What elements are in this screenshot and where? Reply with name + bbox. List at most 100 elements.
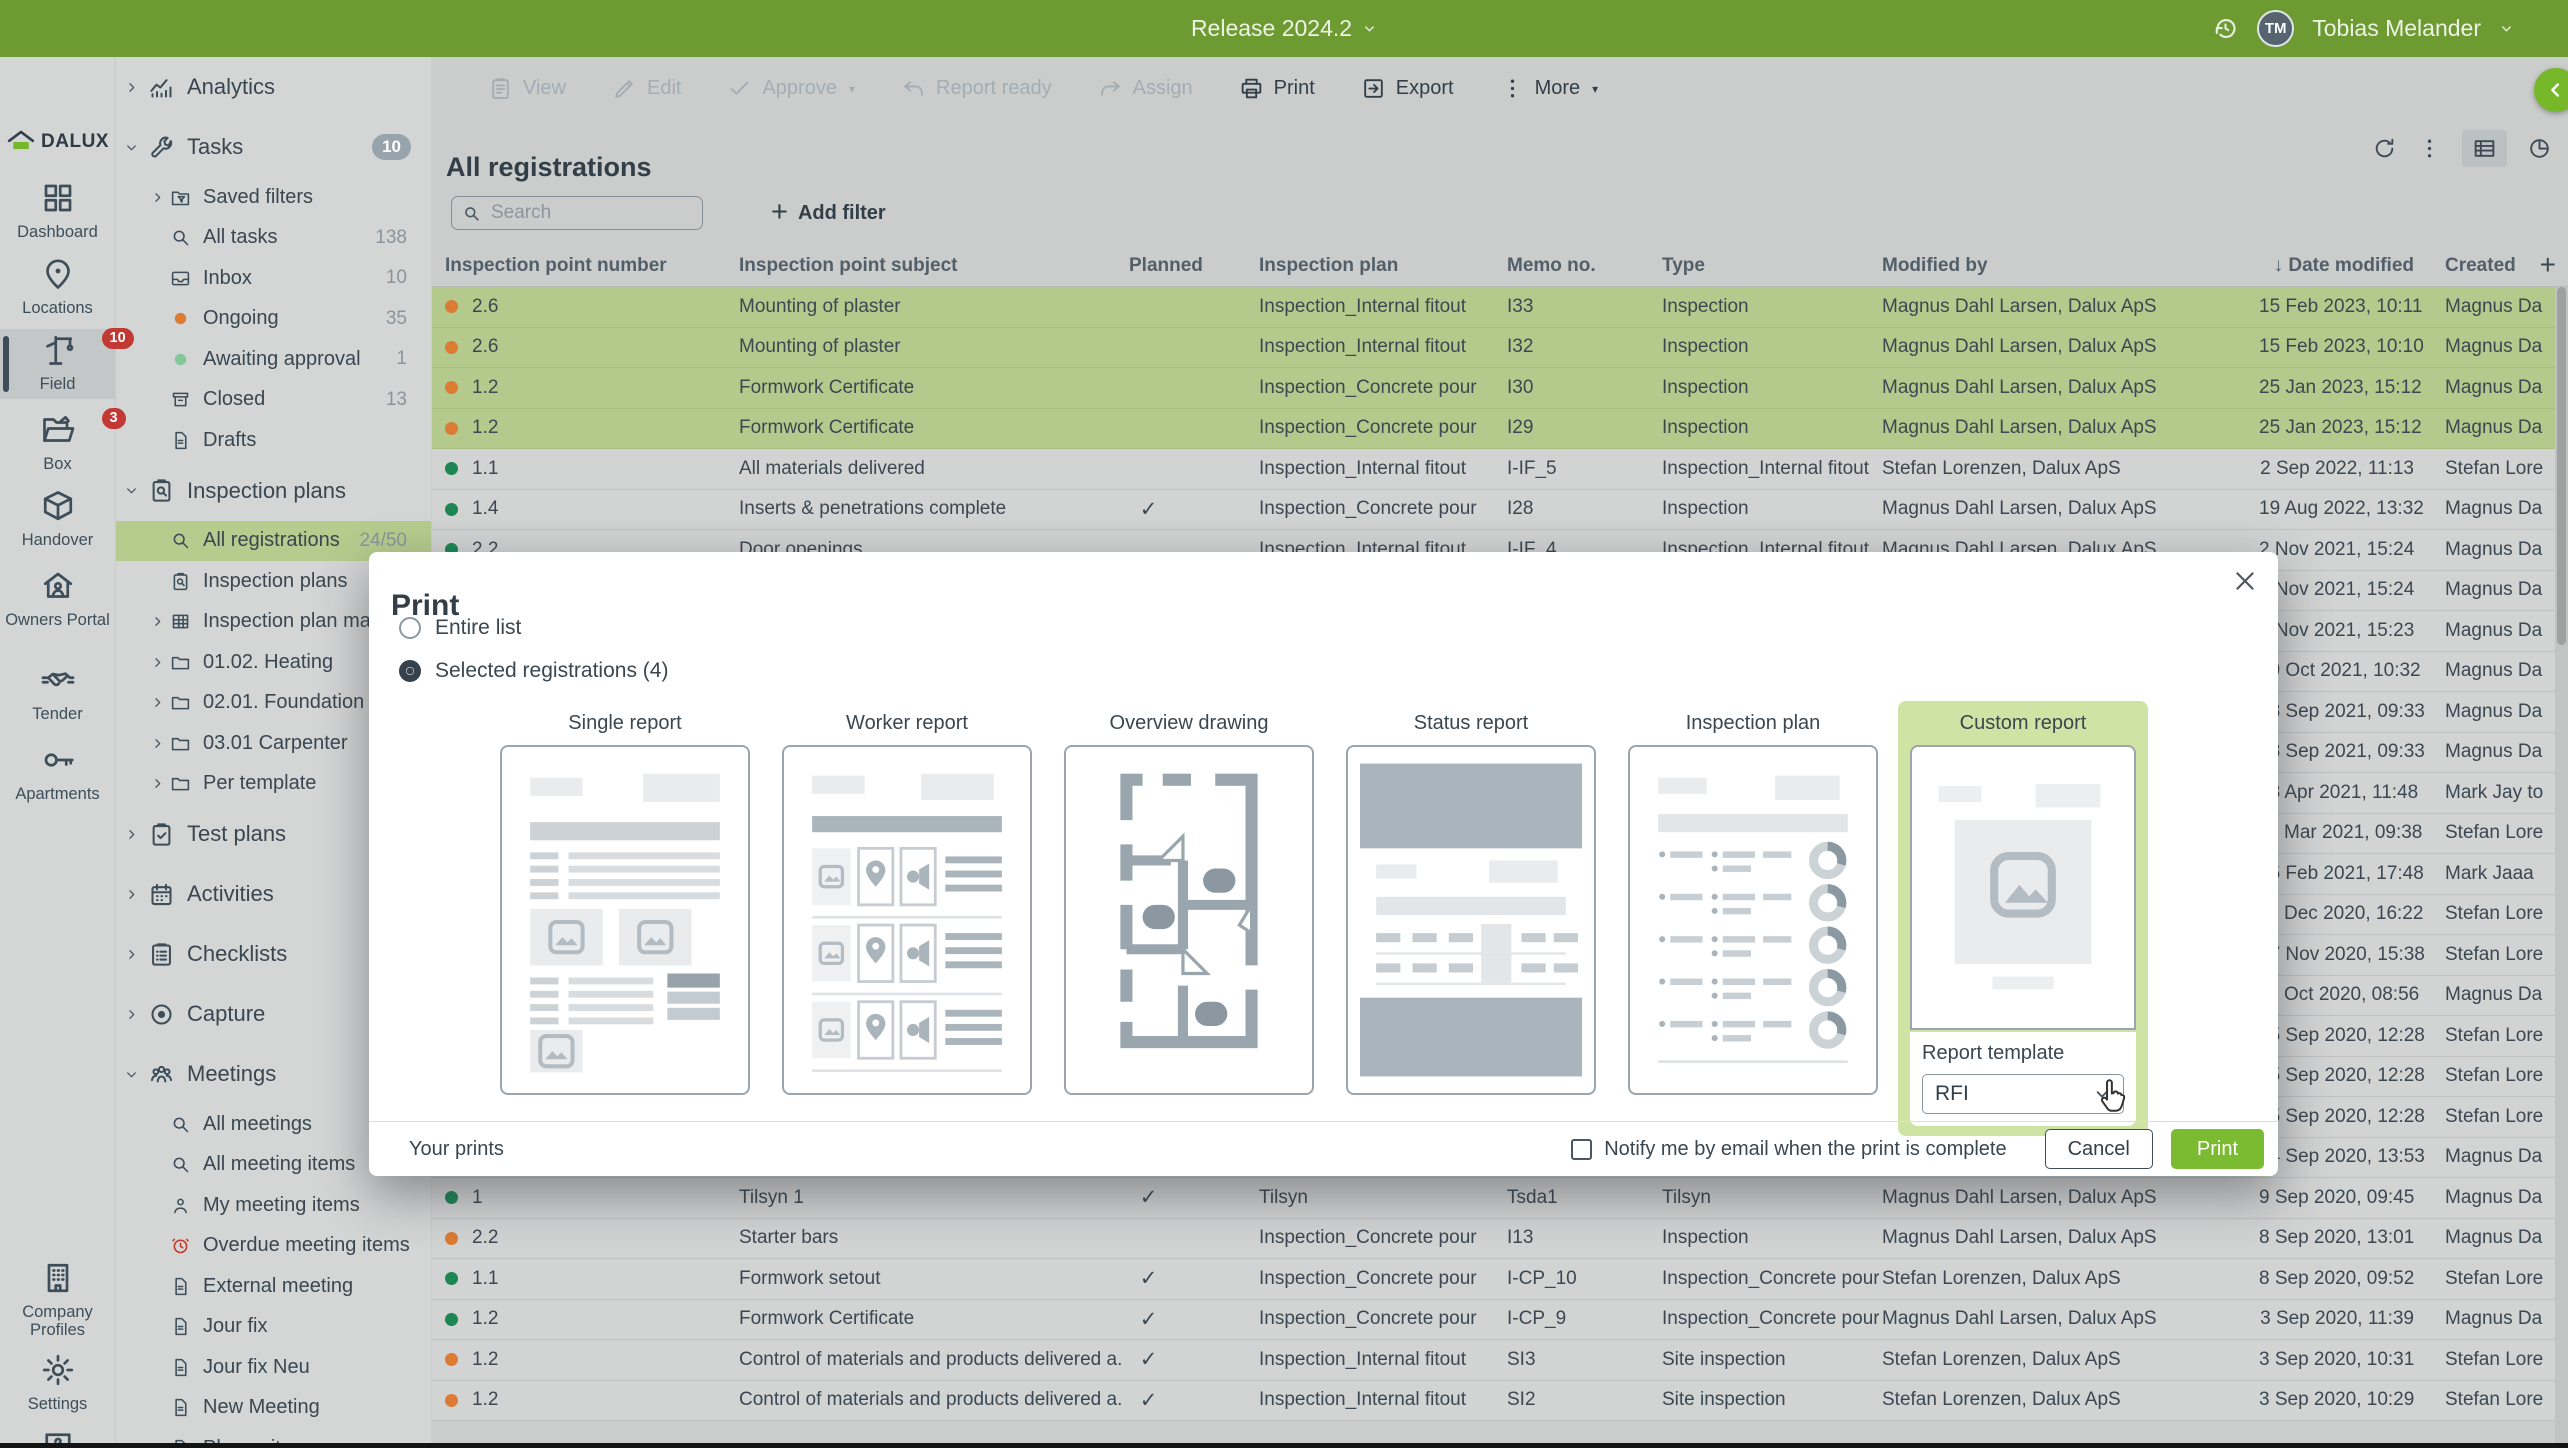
cell-date-modified: 11 Dec 2020, 16:22 [2259, 903, 2429, 925]
report-card-status-report[interactable]: Status report [1346, 701, 1596, 1136]
print-button[interactable]: Print [2171, 1129, 2264, 1169]
radio-selected-icon[interactable] [399, 660, 421, 682]
column-header-memo-no[interactable]: Memo no. [1498, 255, 1653, 277]
table-row[interactable]: 1.1 Formwork setout ✓ Inspection_Concret… [432, 1259, 2568, 1300]
card-thumbnail[interactable] [782, 745, 1032, 1095]
sidebar-item-jour-fix-neu[interactable]: Jour fix Neu [116, 1347, 431, 1388]
notify-checkbox[interactable] [1571, 1139, 1592, 1160]
card-thumbnail[interactable] [1346, 745, 1596, 1095]
report-card-custom-report[interactable]: Custom report Report template RFI [1898, 701, 2148, 1136]
your-prints-link[interactable]: Your prints [403, 1137, 510, 1162]
cancel-button[interactable]: Cancel [2045, 1129, 2153, 1169]
table-row[interactable]: 1.2 Control of materials and products de… [432, 1340, 2568, 1381]
table-view-button[interactable] [2462, 130, 2507, 167]
table-row[interactable]: 1.2 Formwork Certificate ✓ Inspection_Co… [432, 1300, 2568, 1341]
card-thumbnail[interactable] [1064, 745, 1314, 1095]
table-row[interactable]: 2.6 Mounting of plaster Inspection_Inter… [432, 328, 2568, 369]
toolbar-export-button[interactable]: Export [1361, 76, 1454, 101]
history-button[interactable] [2212, 15, 2239, 42]
table-row[interactable]: 2.2 Starter bars Inspection_Concrete pou… [432, 1219, 2568, 1260]
sidebar-item-awaiting-approval[interactable]: Awaiting approval 1 [116, 339, 431, 380]
toolbar-report-ready-button[interactable]: Report ready [901, 76, 1052, 101]
rail-item-handover[interactable]: Handover [0, 485, 115, 549]
toolbar-assign-button[interactable]: Assign [1098, 76, 1193, 101]
rail-item-locations[interactable]: Locations [0, 253, 115, 313]
vertical-scrollbar[interactable] [2555, 287, 2568, 1443]
toolbar-print-button[interactable]: Print [1239, 76, 1315, 101]
sidebar-item-my-meeting-items[interactable]: My meeting items [116, 1185, 431, 1226]
radio-option-entire-list[interactable]: Entire list [399, 606, 668, 649]
toolbar-approve-button[interactable]: Approve ▾ [727, 76, 855, 101]
sidebar-item-inbox[interactable]: Inbox 10 [116, 258, 431, 299]
column-header-modified-by[interactable]: Modified by [1879, 255, 2259, 277]
add-column-button[interactable]: + [2534, 248, 2562, 282]
cell-created-by: Stefan Lore [2429, 458, 2568, 480]
column-header-inspection-point-number[interactable]: Inspection point number [432, 255, 739, 277]
release-selector[interactable]: Release 2024.2 [1191, 0, 1377, 57]
report-card-single-report[interactable]: Single report [500, 701, 750, 1136]
column-header-date-modified[interactable]: ↓ Date modified [2259, 255, 2429, 277]
report-card-overview-drawing[interactable]: Overview drawing [1064, 701, 1314, 1136]
sidebar-item-tasks[interactable]: Tasks 10 [116, 117, 431, 177]
sidebar-item-drafts[interactable]: Drafts [116, 420, 431, 461]
cell-number: 1 [432, 1187, 739, 1209]
refresh-button[interactable] [2372, 136, 2397, 161]
search-input[interactable] [489, 201, 692, 225]
radio-option-selected-registrations-4[interactable]: Selected registrations (4) [399, 649, 668, 692]
rail-item-dashboard[interactable]: Dashboard [0, 177, 115, 237]
folder-icon [170, 733, 191, 754]
sidebar-item-all-tasks[interactable]: All tasks 138 [116, 218, 431, 259]
rail-item-owners-portal[interactable]: Owners Portal [0, 565, 115, 647]
report-card-worker-report[interactable]: Worker report [782, 701, 1032, 1136]
more-options-button[interactable] [2417, 136, 2442, 161]
dot-icon [170, 349, 191, 370]
rail-item-settings[interactable]: Settings [0, 1349, 115, 1413]
notify-email-option[interactable]: Notify me by email when the print is com… [1571, 1138, 2006, 1161]
user-name: Tobias Melander [2312, 15, 2481, 42]
sidebar-item-overdue-meeting-items[interactable]: Overdue meeting items [116, 1226, 431, 1267]
sidebar-item-ongoing[interactable]: Ongoing 35 [116, 299, 431, 340]
close-button[interactable] [2232, 566, 2262, 596]
card-thumbnail[interactable] [1628, 745, 1878, 1095]
sidebar-item-jour-fix[interactable]: Jour fix [116, 1307, 431, 1348]
chevron-down-icon[interactable] [2499, 21, 2514, 36]
add-filter-button[interactable]: + Add filter [765, 200, 892, 225]
table-row[interactable]: 1.4 Inserts & penetrations complete ✓ In… [432, 490, 2568, 531]
sidebar-item-saved-filters[interactable]: Saved filters [116, 177, 431, 218]
rail-item-box[interactable]: 3 Box [0, 409, 115, 473]
sidebar-item-new-meeting[interactable]: New Meeting [116, 1388, 431, 1429]
toolbar-view-button[interactable]: View [488, 76, 566, 101]
table-row[interactable]: 1.1 All materials delivered Inspection_I… [432, 449, 2568, 490]
table-row[interactable]: 1 Tilsyn 1 ✓ Tilsyn Tsda1 Tilsyn Magnus … [432, 1178, 2568, 1219]
column-header-inspection-plan[interactable]: Inspection plan [1246, 255, 1498, 277]
rail-item-apartments[interactable]: Apartments [0, 739, 115, 803]
toolbar-edit-button[interactable]: Edit [612, 76, 681, 101]
sidebar-item-closed[interactable]: Closed 13 [116, 380, 431, 421]
rail-item-company-profiles[interactable]: Company Profiles [0, 1257, 115, 1339]
cell-subject: Formwork Certificate [739, 417, 1121, 439]
column-header-type[interactable]: Type [1653, 255, 1879, 277]
sidebar-item-analytics[interactable]: Analytics [116, 57, 431, 117]
wrench-icon [148, 134, 175, 161]
report-card-inspection-plan[interactable]: Inspection plan [1628, 701, 1878, 1136]
radio-unselected-icon[interactable] [399, 617, 421, 639]
toolbar-label: Export [1396, 77, 1454, 100]
table-row[interactable]: 1.2 Formwork Certificate Inspection_Conc… [432, 368, 2568, 409]
rail-item-tender[interactable]: Tender [0, 659, 115, 723]
report-template-select[interactable]: RFI [1922, 1074, 2124, 1114]
table-row[interactable]: 1.2 Formwork Certificate Inspection_Conc… [432, 409, 2568, 450]
card-thumbnail[interactable] [500, 745, 750, 1095]
avatar[interactable]: TM [2257, 10, 2294, 47]
column-header-planned[interactable]: Planned [1121, 255, 1246, 277]
column-header-inspection-point-subject[interactable]: Inspection point subject [739, 255, 1121, 277]
sidebar-item-external-meeting[interactable]: External meeting [116, 1266, 431, 1307]
sidebar-item-inspection-plans[interactable]: Inspection plans [116, 461, 431, 521]
cell-type: Site inspection [1653, 1389, 1879, 1411]
rail-item-field[interactable]: 10 Field [0, 329, 115, 399]
chart-view-button[interactable] [2527, 136, 2552, 161]
table-row[interactable]: 1.2 Control of materials and products de… [432, 1381, 2568, 1422]
scrollbar-thumb[interactable] [2557, 287, 2566, 645]
table-row[interactable]: 2.6 Mounting of plaster Inspection_Inter… [432, 287, 2568, 328]
card-thumbnail[interactable] [1910, 745, 2136, 1030]
toolbar-more-button[interactable]: More ▾ [1500, 76, 1599, 101]
